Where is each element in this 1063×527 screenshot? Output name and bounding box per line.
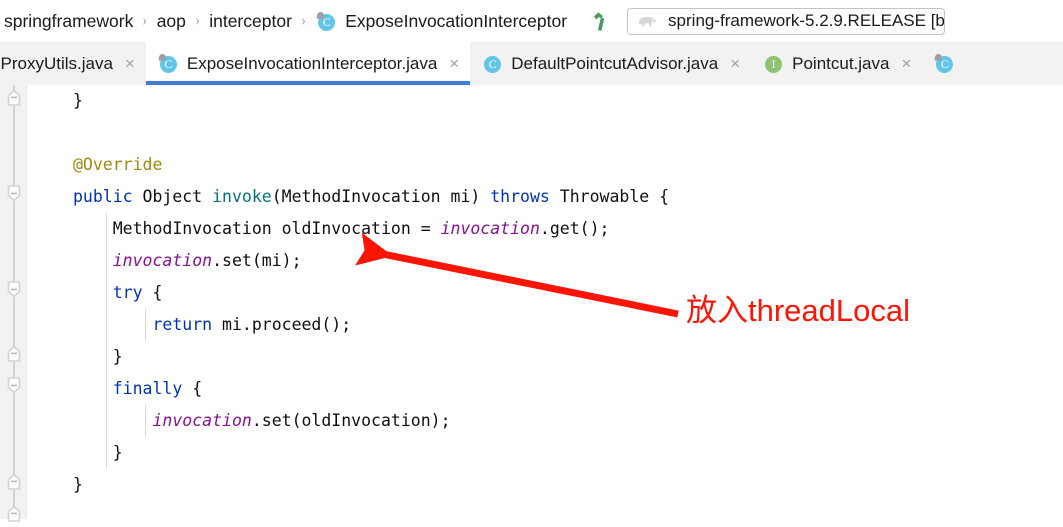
code-token: .get(); <box>539 219 610 238</box>
navigation-bar: springframework › aop › interceptor › C … <box>0 0 1063 42</box>
editor-tab-exposeinvocationinterceptor[interactable]: C ExposeInvocationInterceptor.java × <box>145 42 471 85</box>
code-editor[interactable]: } @Override public Object invoke(MethodInv… <box>0 85 1063 522</box>
indent-guide <box>105 405 107 437</box>
class-icon: C <box>158 53 178 73</box>
code-token: .set(oldInvocation); <box>251 411 451 430</box>
fold-marker-down[interactable] <box>6 281 22 298</box>
run-configuration-selector[interactable]: spring-framework-5.2.9.RELEASE [build <box>627 7 946 35</box>
code-token: invoke <box>212 187 272 206</box>
close-icon[interactable]: × <box>125 55 135 72</box>
code-line: @Override <box>27 149 1063 181</box>
hammer-icon[interactable] <box>591 10 613 32</box>
editor-tab-overflow[interactable]: C <box>922 42 975 85</box>
editor-tab-bar: JProxyUtils.java × C ExposeInvocationInt… <box>0 42 1063 86</box>
code-line: } <box>27 437 1063 469</box>
class-icon: C <box>316 10 336 31</box>
code-token: Throwable { <box>549 187 670 206</box>
code-token: MethodInvocation oldInvocation = <box>112 219 441 238</box>
fold-marker-down[interactable] <box>6 185 22 202</box>
indent-guide <box>145 405 147 437</box>
breadcrumb-item-aop[interactable]: aop <box>155 10 188 32</box>
close-icon[interactable]: × <box>730 55 740 72</box>
editor-tab-defaultpointcutadvisor[interactable]: C DefaultPointcutAdvisor.java × <box>470 42 752 85</box>
indent-guide <box>105 309 107 341</box>
code-line: return mi.proceed(); <box>27 309 1063 341</box>
close-icon[interactable]: × <box>901 55 911 72</box>
code-token: { <box>142 283 163 302</box>
fold-marker-up[interactable] <box>6 345 22 362</box>
code-token: .set(mi); <box>212 251 302 270</box>
code-token: } <box>112 347 123 366</box>
indent-guide <box>105 277 107 309</box>
code-line: MethodInvocation oldInvocation = invocat… <box>27 213 1063 245</box>
code-line: invocation.set(mi); <box>27 245 1063 277</box>
breadcrumb-separator: › <box>195 12 200 29</box>
tab-label: JProxyUtils.java <box>0 54 113 73</box>
code-line: } <box>27 85 1063 117</box>
fold-marker-up[interactable] <box>6 89 22 106</box>
code-token: invocation <box>440 219 540 238</box>
code-line: } <box>27 469 1063 501</box>
code-token: } <box>112 443 123 462</box>
code-token: Object <box>132 187 213 206</box>
tab-label: ExposeInvocationInterceptor.java <box>186 54 438 73</box>
tab-label: DefaultPointcutAdvisor.java <box>511 54 719 73</box>
editor-tab-pointcut[interactable]: I Pointcut.java × <box>751 42 923 85</box>
breadcrumb-item-exposeinvocationinterceptor[interactable]: C ExposeInvocationInterceptor <box>313 10 569 32</box>
class-icon: C <box>934 53 954 73</box>
code-line: } <box>27 341 1063 373</box>
ide-window: springframework › aop › interceptor › C … <box>0 0 1063 522</box>
code-token: invocation <box>152 411 252 430</box>
interface-icon: I <box>764 54 783 73</box>
code-token: public <box>73 187 133 206</box>
breadcrumb-separator: › <box>301 12 306 29</box>
code-line: invocation.set(oldInvocation); <box>27 405 1063 437</box>
run-configuration-label: spring-framework-5.2.9.RELEASE [build <box>668 11 946 30</box>
code-token: finally <box>112 379 183 398</box>
breadcrumb-item-interceptor[interactable]: interceptor <box>207 10 294 32</box>
breadcrumb-separator: › <box>142 12 148 29</box>
indent-guide <box>105 437 107 469</box>
code-token: @Override <box>73 155 163 174</box>
code-line: try { <box>27 277 1063 309</box>
indent-guide <box>105 373 107 405</box>
fold-marker-up[interactable] <box>6 505 22 522</box>
breadcrumb-item-springframework[interactable]: springframework <box>2 10 135 32</box>
close-icon[interactable]: × <box>449 55 459 72</box>
code-content[interactable]: } @Override public Object invoke(MethodInv… <box>27 85 1063 519</box>
code-token: } <box>73 475 83 494</box>
indent-guide <box>105 341 107 373</box>
code-token: (MethodInvocation mi) <box>271 187 491 206</box>
editor-tab-jproxyutils[interactable]: JProxyUtils.java × <box>0 42 146 85</box>
fold-marker-down[interactable] <box>6 377 22 394</box>
code-token: invocation <box>112 251 213 270</box>
code-token: throws <box>490 187 550 206</box>
code-token: mi.proceed(); <box>212 315 352 334</box>
class-icon: C <box>483 54 502 73</box>
gradle-elephant-icon <box>637 14 658 29</box>
editor-gutter[interactable] <box>0 85 27 522</box>
indent-guide <box>105 213 107 245</box>
code-token: { <box>182 379 203 398</box>
code-token: try <box>112 283 143 302</box>
code-line: finally { <box>27 373 1063 405</box>
code-line: public Object invoke(MethodInvocation mi… <box>27 181 1063 213</box>
indent-guide <box>145 309 147 341</box>
code-token: } <box>73 91 83 110</box>
breadcrumb-item-label: ExposeInvocationInterceptor <box>345 11 568 31</box>
code-token: return <box>152 315 213 334</box>
indent-guide <box>105 245 107 277</box>
fold-rail <box>13 85 15 519</box>
tab-label: Pointcut.java <box>792 54 890 73</box>
fold-marker-up[interactable] <box>6 473 22 490</box>
